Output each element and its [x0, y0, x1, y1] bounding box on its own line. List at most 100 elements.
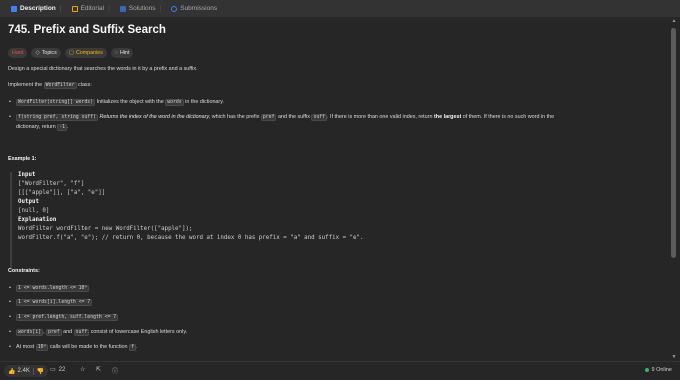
solutions-icon	[119, 5, 126, 12]
example-explanation-line1: WordFilter wordFilter = new WordFilter([…	[18, 226, 193, 232]
problem-panel: Description | Editorial | Solutions | Su…	[0, 0, 680, 380]
comment-count: 22	[58, 366, 66, 373]
constraint-5-mid: calls will be made to the function	[48, 344, 130, 350]
help-icon: ⓘ	[112, 369, 119, 375]
problem-title[interactable]: 745. Prefix and Suffix Search	[8, 24, 658, 36]
problem-intro: Design a special dictionary that searche…	[8, 66, 198, 72]
tag-icon: ◇	[35, 50, 40, 56]
vote-divider	[32, 367, 34, 375]
constraint-4-text: consist of lowercase English letters onl…	[89, 329, 188, 335]
star-icon: ☆	[80, 367, 86, 373]
hint-label: Hint	[120, 50, 130, 56]
favorite-button[interactable]: ☆	[80, 366, 85, 373]
example-output-label: Output	[18, 199, 39, 205]
example-input-line2: [[["apple"]], ["a", "e"]]	[18, 190, 106, 196]
scrollbar-thumb[interactable]	[671, 28, 676, 258]
b2-line2-b: .	[67, 124, 69, 130]
b2-code3: suff	[311, 114, 327, 121]
submissions-icon	[171, 5, 178, 12]
thumbs-up-icon[interactable]: 👍	[8, 368, 15, 375]
b2-text-d: of them. If there is no such word in the	[461, 114, 555, 120]
b2-bold: the largest	[433, 114, 462, 120]
bullet-constructor: WordFilter(string[] words) Initializes t…	[9, 99, 225, 106]
scroll-up-arrow-icon[interactable]: ▲	[671, 18, 677, 24]
bottom-action-bar: 👍 2.4K 👎 ▭ 22 ☆ ⇱ ⓘ 9 Online	[0, 361, 680, 380]
b2-line2-a: dictionary, return	[16, 124, 58, 130]
intro-text: Design a special dictionary that searche…	[8, 66, 198, 72]
b1-code: WordFilter(string[] words)	[16, 99, 96, 106]
constraint-4-code3: suff	[73, 329, 90, 336]
tab-bar: Description | Editorial | Solutions | Su…	[0, 0, 680, 17]
scrollbar[interactable]: ▲ ▼	[671, 18, 677, 360]
companies-button[interactable]: ▢ Companies	[64, 48, 107, 58]
constraint-2: 1 <= words[i].length <= 7	[9, 299, 93, 306]
tab-separator: |	[108, 5, 110, 12]
constraint-5-code: 10⁴	[35, 344, 49, 351]
constraints-heading-text: Constraints:	[8, 268, 40, 274]
constraint-4: words[i], pref and suff consist of lower…	[9, 329, 188, 336]
example-input-line1: ["WordFilter", "f"]	[18, 181, 85, 187]
b1-text-b: in the dictionary.	[183, 99, 225, 105]
b1-text-a: Initializes the object with the	[95, 99, 166, 105]
online-dot-icon	[644, 368, 649, 372]
example-input-label: Input	[18, 172, 36, 178]
example-output-value: [null, 0]	[18, 208, 50, 214]
constraint-5-pre: At most	[16, 344, 36, 350]
lightbulb-icon: ◌	[114, 50, 119, 56]
description-icon	[11, 5, 17, 12]
b2-text-b: and the suffix	[276, 114, 312, 120]
online-count: 9 Online	[651, 367, 673, 373]
example-block: Input ["WordFilter", "f"] [[["apple"]], …	[10, 172, 652, 268]
constraint-1-code: 1 <= words.length <= 10⁴	[16, 285, 90, 292]
b1-code2: words	[165, 99, 184, 106]
tab-solutions-label: Solutions	[128, 5, 156, 12]
constraint-2-code: 1 <= words[i].length <= 7	[16, 299, 93, 306]
constraint-5-post: .	[135, 344, 138, 350]
lock-icon: ▢	[68, 50, 74, 56]
constraint-5: At most 10⁴ calls will be made to the fu…	[9, 344, 138, 351]
tab-editorial-label: Editorial	[80, 5, 105, 12]
problem-content: 745. Prefix and Suffix Search Hard ◇ Topi…	[8, 24, 658, 351]
constraint-4-and: and	[61, 329, 74, 335]
constraint-3: 1 <= pref.length, suff.length <= 7	[9, 314, 119, 321]
implement-post: class:	[76, 82, 92, 88]
editorial-icon	[71, 5, 78, 12]
tab-separator: |	[159, 5, 162, 12]
tab-description-label: Description	[20, 5, 56, 12]
implement-line: Implement the WordFilter class:	[8, 82, 92, 89]
hint-button[interactable]: ◌ Hint	[110, 48, 134, 58]
constraint-1: 1 <= words.length <= 10⁴	[9, 285, 90, 292]
help-button[interactable]: ⓘ	[112, 366, 118, 375]
tab-editorial[interactable]: Editorial |	[67, 0, 115, 17]
tab-solutions[interactable]: Solutions |	[115, 0, 166, 17]
vote-pill: 👍 2.4K 👎	[4, 365, 49, 377]
tab-submissions-label: Submissions	[180, 5, 218, 12]
companies-label: Companies	[75, 50, 103, 56]
thumbs-down-icon[interactable]: 👎	[37, 368, 44, 375]
b2-code: f(string pref, string suff)	[16, 114, 98, 121]
constraint-4-code1: words[i]	[16, 329, 44, 336]
constraint-4-code2: pref	[46, 329, 62, 336]
implement-code: WordFilter	[43, 82, 77, 89]
bullet-f: f(string pref, string suff) Returns the …	[9, 114, 555, 121]
constraints-heading: Constraints:	[8, 268, 40, 274]
like-count[interactable]: 2.4K	[17, 368, 29, 374]
tab-description[interactable]: Description |	[6, 0, 67, 17]
example-heading: Example 1:	[8, 156, 36, 162]
share-icon: ⇱	[96, 367, 102, 373]
scroll-down-arrow-icon[interactable]: ▼	[671, 354, 677, 360]
example-explanation-line2: wordFilter.f("a", "e"); // return 0, bec…	[18, 235, 364, 241]
share-button[interactable]: ⇱	[96, 366, 101, 373]
comment-icon: ▭	[50, 367, 56, 373]
tab-separator: |	[59, 5, 62, 12]
b2-text-c: . If there is more than one valid index,…	[327, 114, 434, 120]
difficulty-badge: Hard	[8, 48, 28, 58]
comments-button[interactable]: ▭ 22	[50, 366, 66, 374]
tab-submissions[interactable]: Submissions	[166, 0, 222, 17]
implement-pre: Implement the	[8, 82, 44, 88]
topics-button[interactable]: ◇ Topics	[31, 48, 61, 58]
topics-label: Topics	[41, 50, 57, 56]
example-heading-text: Example 1:	[8, 156, 37, 162]
b2-code2: pref	[260, 114, 277, 121]
tag-row: Hard ◇ Topics ▢ Companies ◌ Hint	[8, 48, 134, 58]
